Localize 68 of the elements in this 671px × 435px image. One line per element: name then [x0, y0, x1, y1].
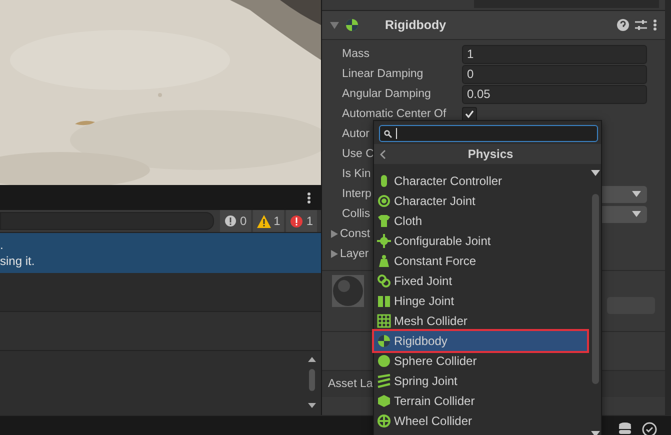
menu-item[interactable]: Sphere Collider — [374, 351, 587, 371]
scrollbar[interactable] — [307, 357, 317, 409]
menu-item[interactable]: Constant Force — [374, 251, 587, 271]
menu-item[interactable]: Terrain Collider — [374, 391, 587, 411]
menu-item[interactable]: Character Controller — [374, 171, 587, 191]
wheel-icon — [377, 414, 391, 428]
cube-icon — [377, 394, 391, 408]
value-field[interactable]: 0.05 — [462, 84, 647, 104]
help-icon[interactable] — [617, 19, 629, 31]
menu-title: Physics — [466, 147, 514, 161]
checkmark-icon — [465, 110, 474, 118]
search-field[interactable] — [379, 125, 598, 142]
foldout-arrow-icon[interactable] — [331, 250, 338, 258]
property-label: Layer — [340, 248, 369, 260]
sphere-icon — [377, 354, 391, 368]
more-icon[interactable] — [653, 19, 657, 31]
error-icon — [290, 214, 304, 228]
database-icon[interactable] — [618, 422, 632, 435]
log-count-toggle[interactable]: 1 — [252, 210, 284, 232]
property-label: Interp — [342, 188, 372, 200]
more-icon[interactable] — [307, 192, 311, 204]
menu-item[interactable]: Hinge Joint — [374, 291, 587, 311]
search-icon — [384, 130, 392, 138]
foldout-arrow-icon[interactable] — [331, 230, 338, 238]
info-icon — [224, 214, 237, 228]
menu-item[interactable]: Wheel Collider — [374, 411, 587, 431]
value-field[interactable]: 1 — [462, 44, 647, 64]
value-field[interactable]: 0 — [462, 64, 647, 84]
menu-item[interactable]: Rigidbody — [374, 331, 587, 351]
ball-icon — [345, 18, 359, 32]
menu-item[interactable]: Cloth — [374, 211, 587, 231]
weight-icon — [377, 254, 391, 268]
caret-icon — [632, 211, 641, 217]
ball-icon — [377, 334, 391, 348]
material-preview-icon — [332, 275, 364, 307]
property-label: Const — [340, 228, 370, 240]
menu-item[interactable]: Spring Joint — [374, 371, 587, 391]
caret-icon — [632, 191, 641, 197]
property-label: Mass — [342, 48, 370, 60]
menu-item[interactable]: Configurable Joint — [374, 231, 587, 251]
log-entry[interactable]: . sing it. — [0, 233, 321, 273]
property-label: Linear Damping — [342, 68, 424, 80]
property-label: Angular Damping — [342, 88, 431, 100]
grid-icon — [377, 314, 391, 328]
presets-icon[interactable] — [635, 19, 647, 31]
property-label: Automatic Center Of — [342, 108, 446, 120]
back-icon[interactable] — [380, 150, 386, 158]
property-label: Is Kin — [342, 168, 371, 180]
shirt-icon — [377, 214, 391, 228]
scrollbar-thumb[interactable] — [592, 194, 598, 384]
hinge-icon — [377, 294, 391, 308]
log-count-toggle[interactable]: 1 — [286, 210, 317, 232]
log-count-toggle[interactable]: 0 — [220, 210, 251, 232]
link-icon — [377, 274, 391, 288]
checkbox[interactable] — [462, 106, 477, 122]
property-label: Collis — [342, 208, 370, 220]
expand-arrow-icon[interactable] — [330, 20, 339, 30]
warning-icon — [256, 214, 271, 228]
menu-item[interactable]: Mesh Collider — [374, 311, 587, 331]
joint-icon — [377, 194, 391, 208]
menu-item[interactable]: Character Joint — [374, 191, 587, 211]
spring-icon — [377, 374, 391, 388]
scroll-up-icon — [590, 170, 600, 176]
property-label: Autor — [342, 128, 370, 140]
section-label: Asset La — [328, 378, 373, 390]
property-label: Use C — [342, 148, 374, 160]
menu-item[interactable]: Fixed Joint — [374, 271, 587, 291]
component-title: Rigidbody — [385, 18, 448, 32]
